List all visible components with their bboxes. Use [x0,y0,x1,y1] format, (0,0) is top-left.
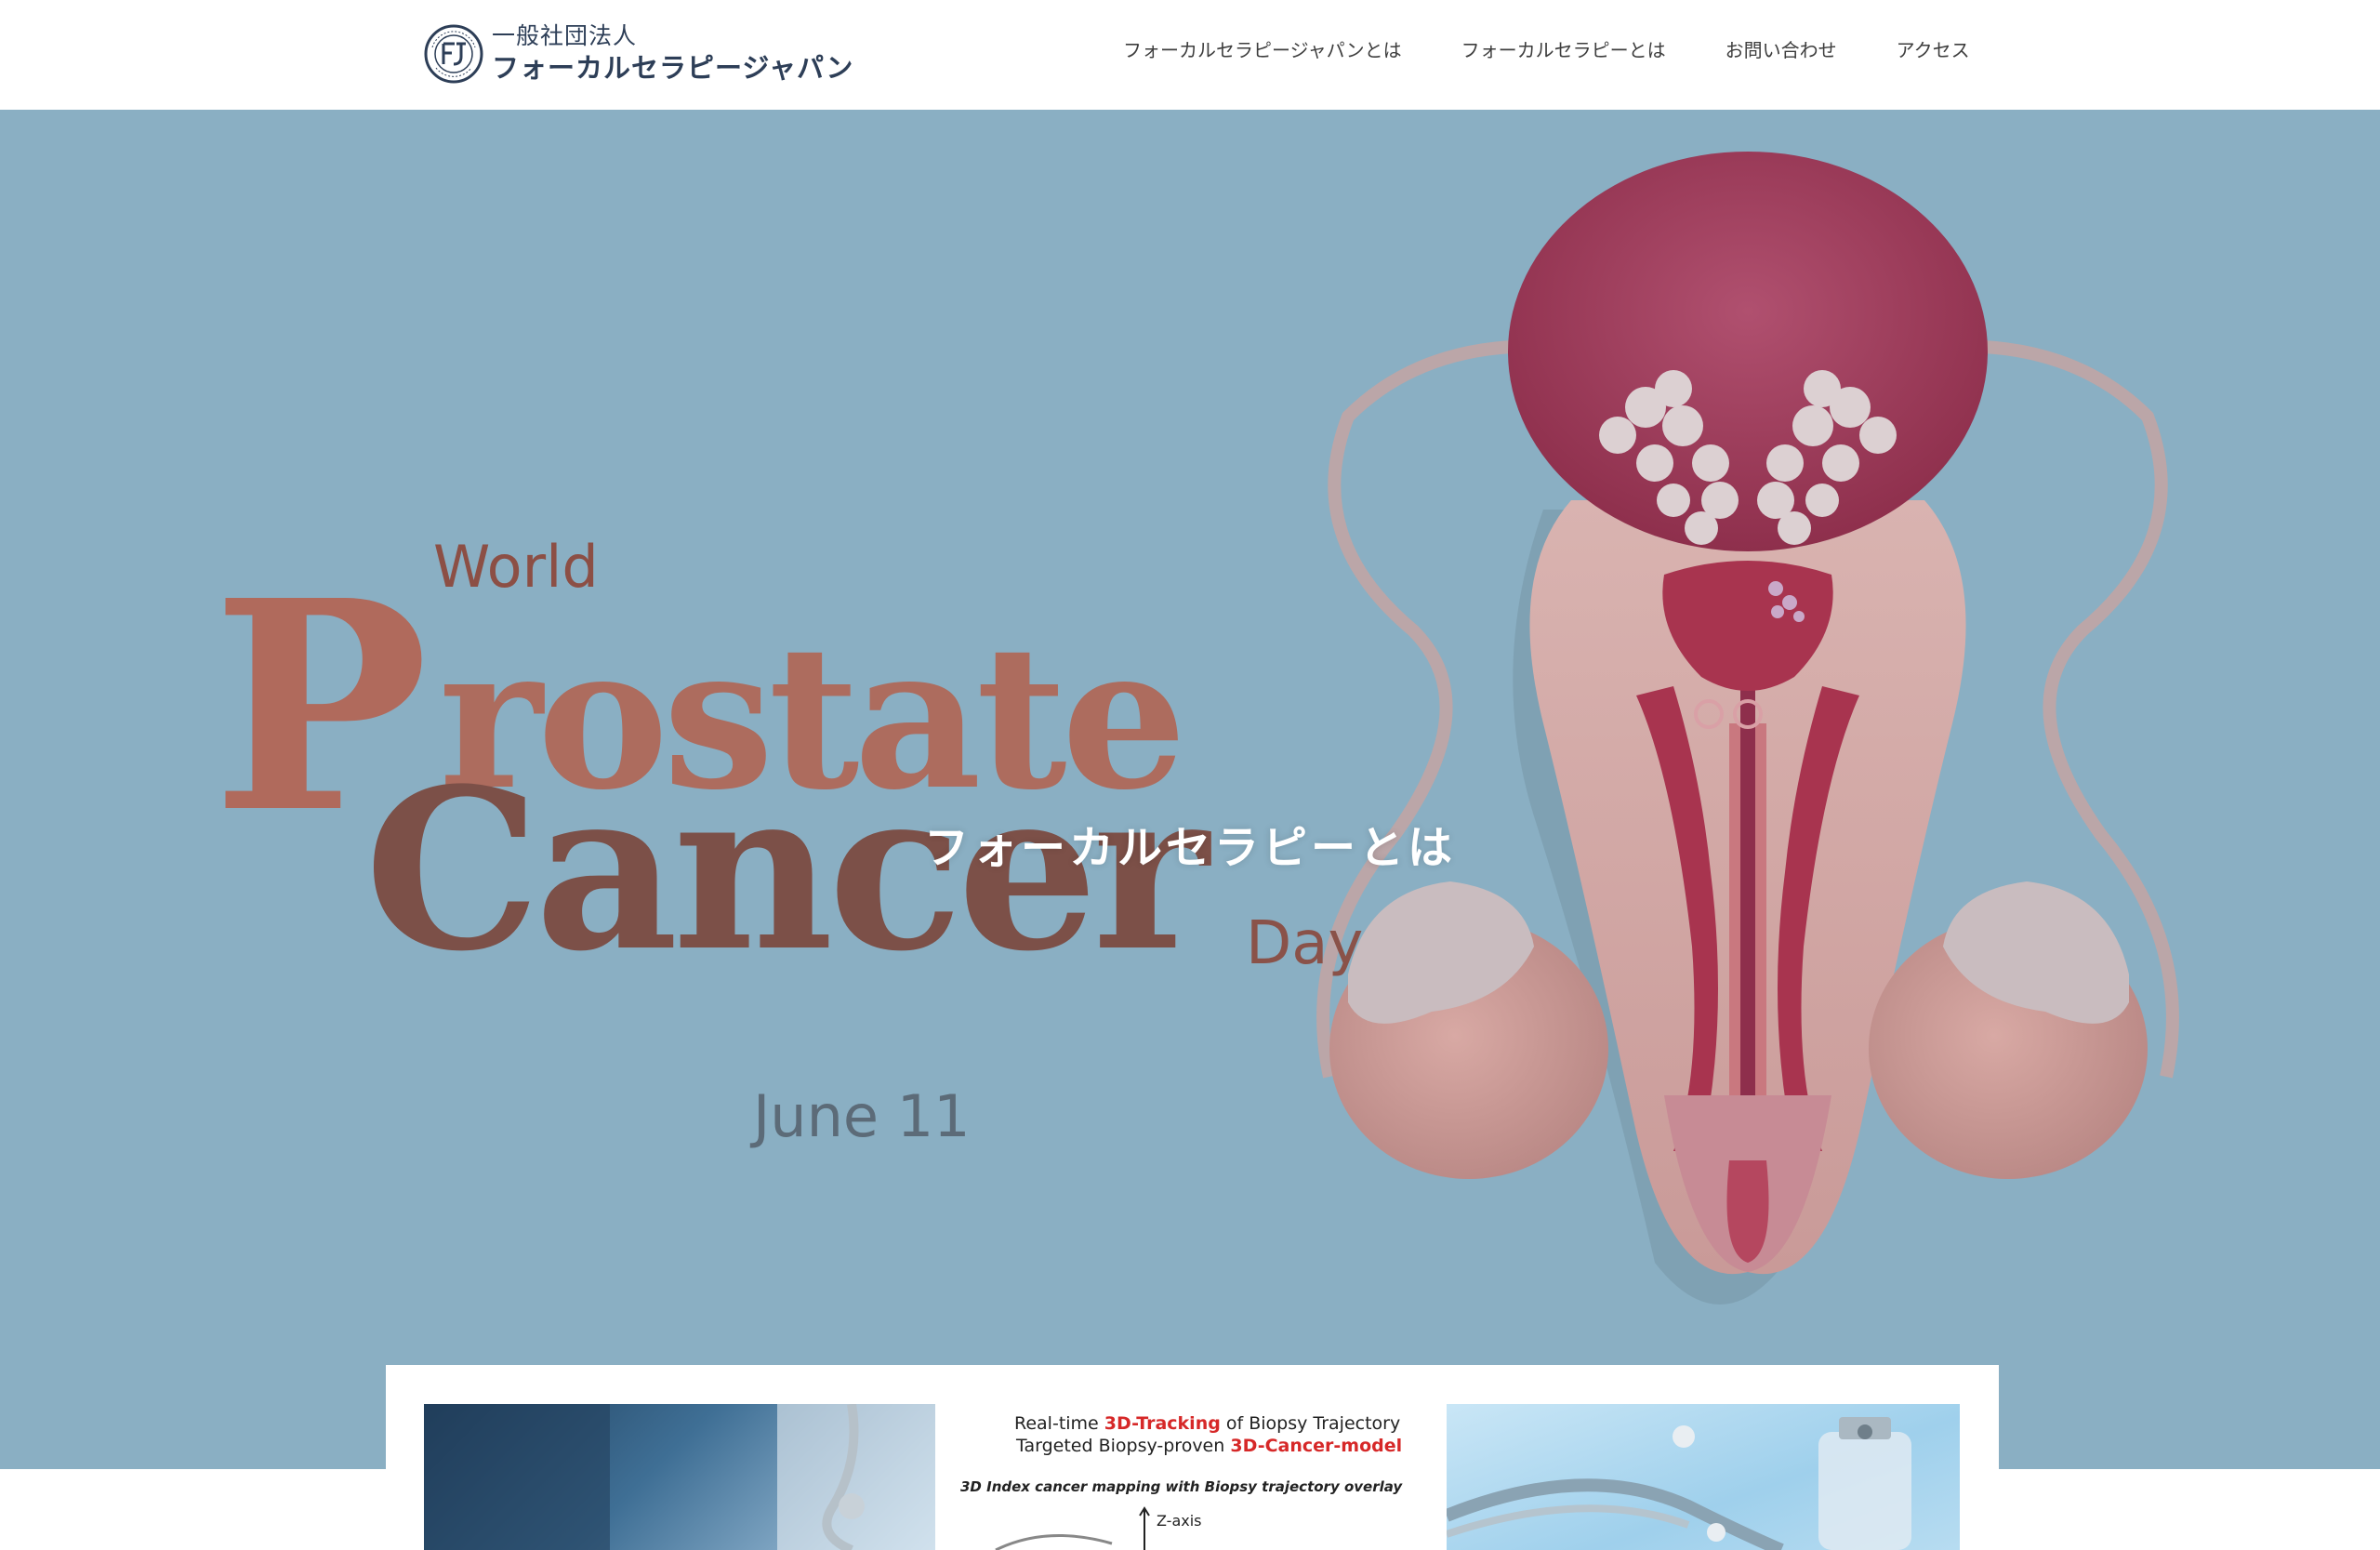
card2-line3: 3D Index cancer mapping with Biopsy traj… [960,1478,1403,1495]
site-logo[interactable]: 一般社団法人 フォーカルセラピージャパン [423,19,853,89]
nav-about-ftj[interactable]: フォーカルセラピージャパンとは [1123,35,1402,62]
axis-diagram-icon [995,1506,1150,1550]
card-3d-tracking[interactable]: Real-time 3D-Tracking of Biopsy Trajecto… [935,1404,1447,1550]
feature-cards-panel: Real-time 3D-Tracking of Biopsy Trajecto… [386,1365,1999,1550]
hero-title: フォーカルセラピーとは [924,822,1457,874]
card2-axis-label: Z-axis [1157,1512,1202,1530]
card-doctor[interactable] [424,1404,935,1550]
logo-title: フォーカルセラピージャパン [492,52,854,84]
nav-access[interactable]: アクセス [1897,35,1970,62]
poster-day-text: Day [1246,909,1364,978]
hero-banner: World P rostate Cancer Day June 11 フォーカル… [0,110,2380,1469]
doctor-stethoscope-image [424,1404,935,1550]
card2-line2-red: 3D-Cancer-model [1230,1436,1403,1456]
card2-line1-pre: Real-time [1014,1413,1104,1434]
card2-line1: Real-time 3D-Tracking of Biopsy Trajecto… [1014,1413,1400,1434]
site-header: 一般社団法人 フォーカルセラピージャパン フォーカルセラピージャパンとは フォー… [0,0,2380,110]
poster-date-text: June 11 [753,1082,971,1150]
main-nav: フォーカルセラピージャパンとは フォーカルセラピーとは お問い合わせ アクセス [1123,35,1970,62]
ftj-emblem-icon [424,24,483,84]
nav-focal-therapy[interactable]: フォーカルセラピーとは [1461,35,1666,62]
card2-line1-post: of Biopsy Trajectory [1220,1413,1401,1434]
card2-line1-red: 3D-Tracking [1104,1413,1221,1434]
card-medical-vial[interactable] [1447,1404,1960,1550]
card2-line2: Targeted Biopsy-proven 3D-Cancer-model [1016,1436,1402,1456]
logo-text: 一般社団法人 フォーカルセラピージャパン [492,22,853,86]
stethoscope-vial-image [1447,1417,1911,1550]
nav-contact[interactable]: お問い合わせ [1726,35,1837,62]
poster-world-text: World [433,533,599,601]
card2-line2-pre: Targeted Biopsy-proven [1016,1436,1231,1456]
logo-subtitle: 一般社団法人 [492,22,638,49]
